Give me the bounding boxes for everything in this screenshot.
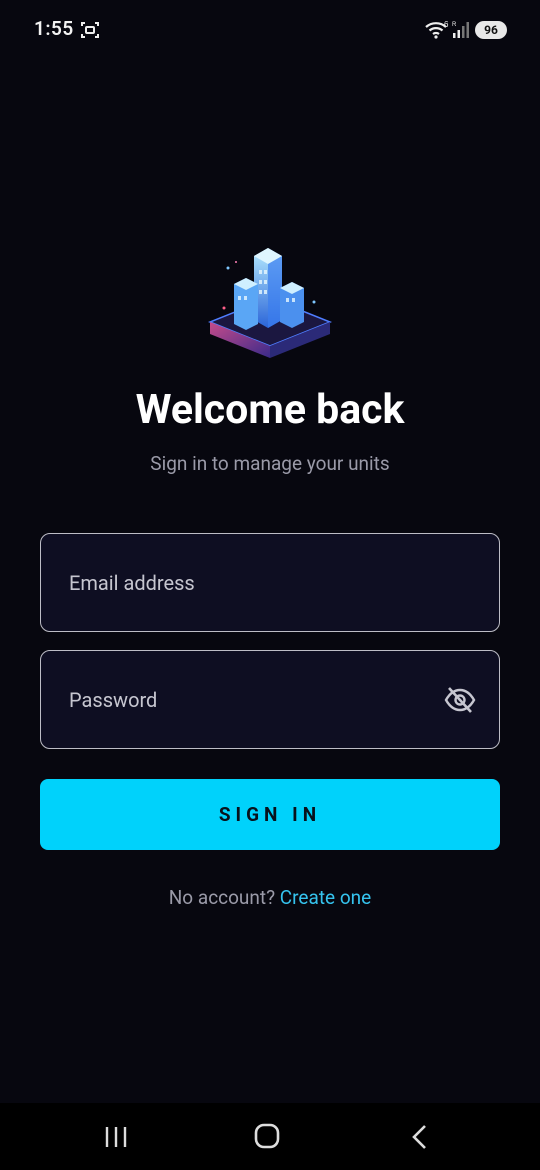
email-field[interactable] [40, 533, 500, 632]
home-icon[interactable] [254, 1123, 280, 1149]
sign-in-button[interactable]: SIGN IN [40, 779, 500, 850]
signup-row: No account? Create one [0, 886, 540, 909]
eye-off-icon[interactable] [444, 685, 476, 715]
system-nav-bar [0, 1103, 540, 1170]
password-field[interactable] [40, 650, 500, 749]
svg-text:6: 6 [444, 20, 449, 29]
signup-prompt: No account? [168, 886, 276, 909]
back-icon[interactable] [409, 1123, 429, 1151]
status-time: 1:55 [34, 17, 74, 40]
page-subtitle: Sign in to manage your units [150, 452, 390, 475]
password-input[interactable] [41, 651, 499, 748]
svg-text:R: R [452, 22, 457, 28]
isometric-buildings-logo [207, 248, 333, 358]
wifi-icon: 6 [425, 20, 449, 39]
create-account-link[interactable]: Create one [280, 886, 371, 909]
page-title: Welcome back [135, 386, 405, 434]
email-input[interactable] [41, 534, 499, 631]
status-bar: 1:55 6 R 96 [0, 0, 540, 60]
recents-icon[interactable] [104, 1125, 128, 1149]
screenshot-icon [81, 22, 99, 38]
signal-icon: R [452, 22, 469, 38]
battery-icon: 96 [475, 21, 507, 39]
